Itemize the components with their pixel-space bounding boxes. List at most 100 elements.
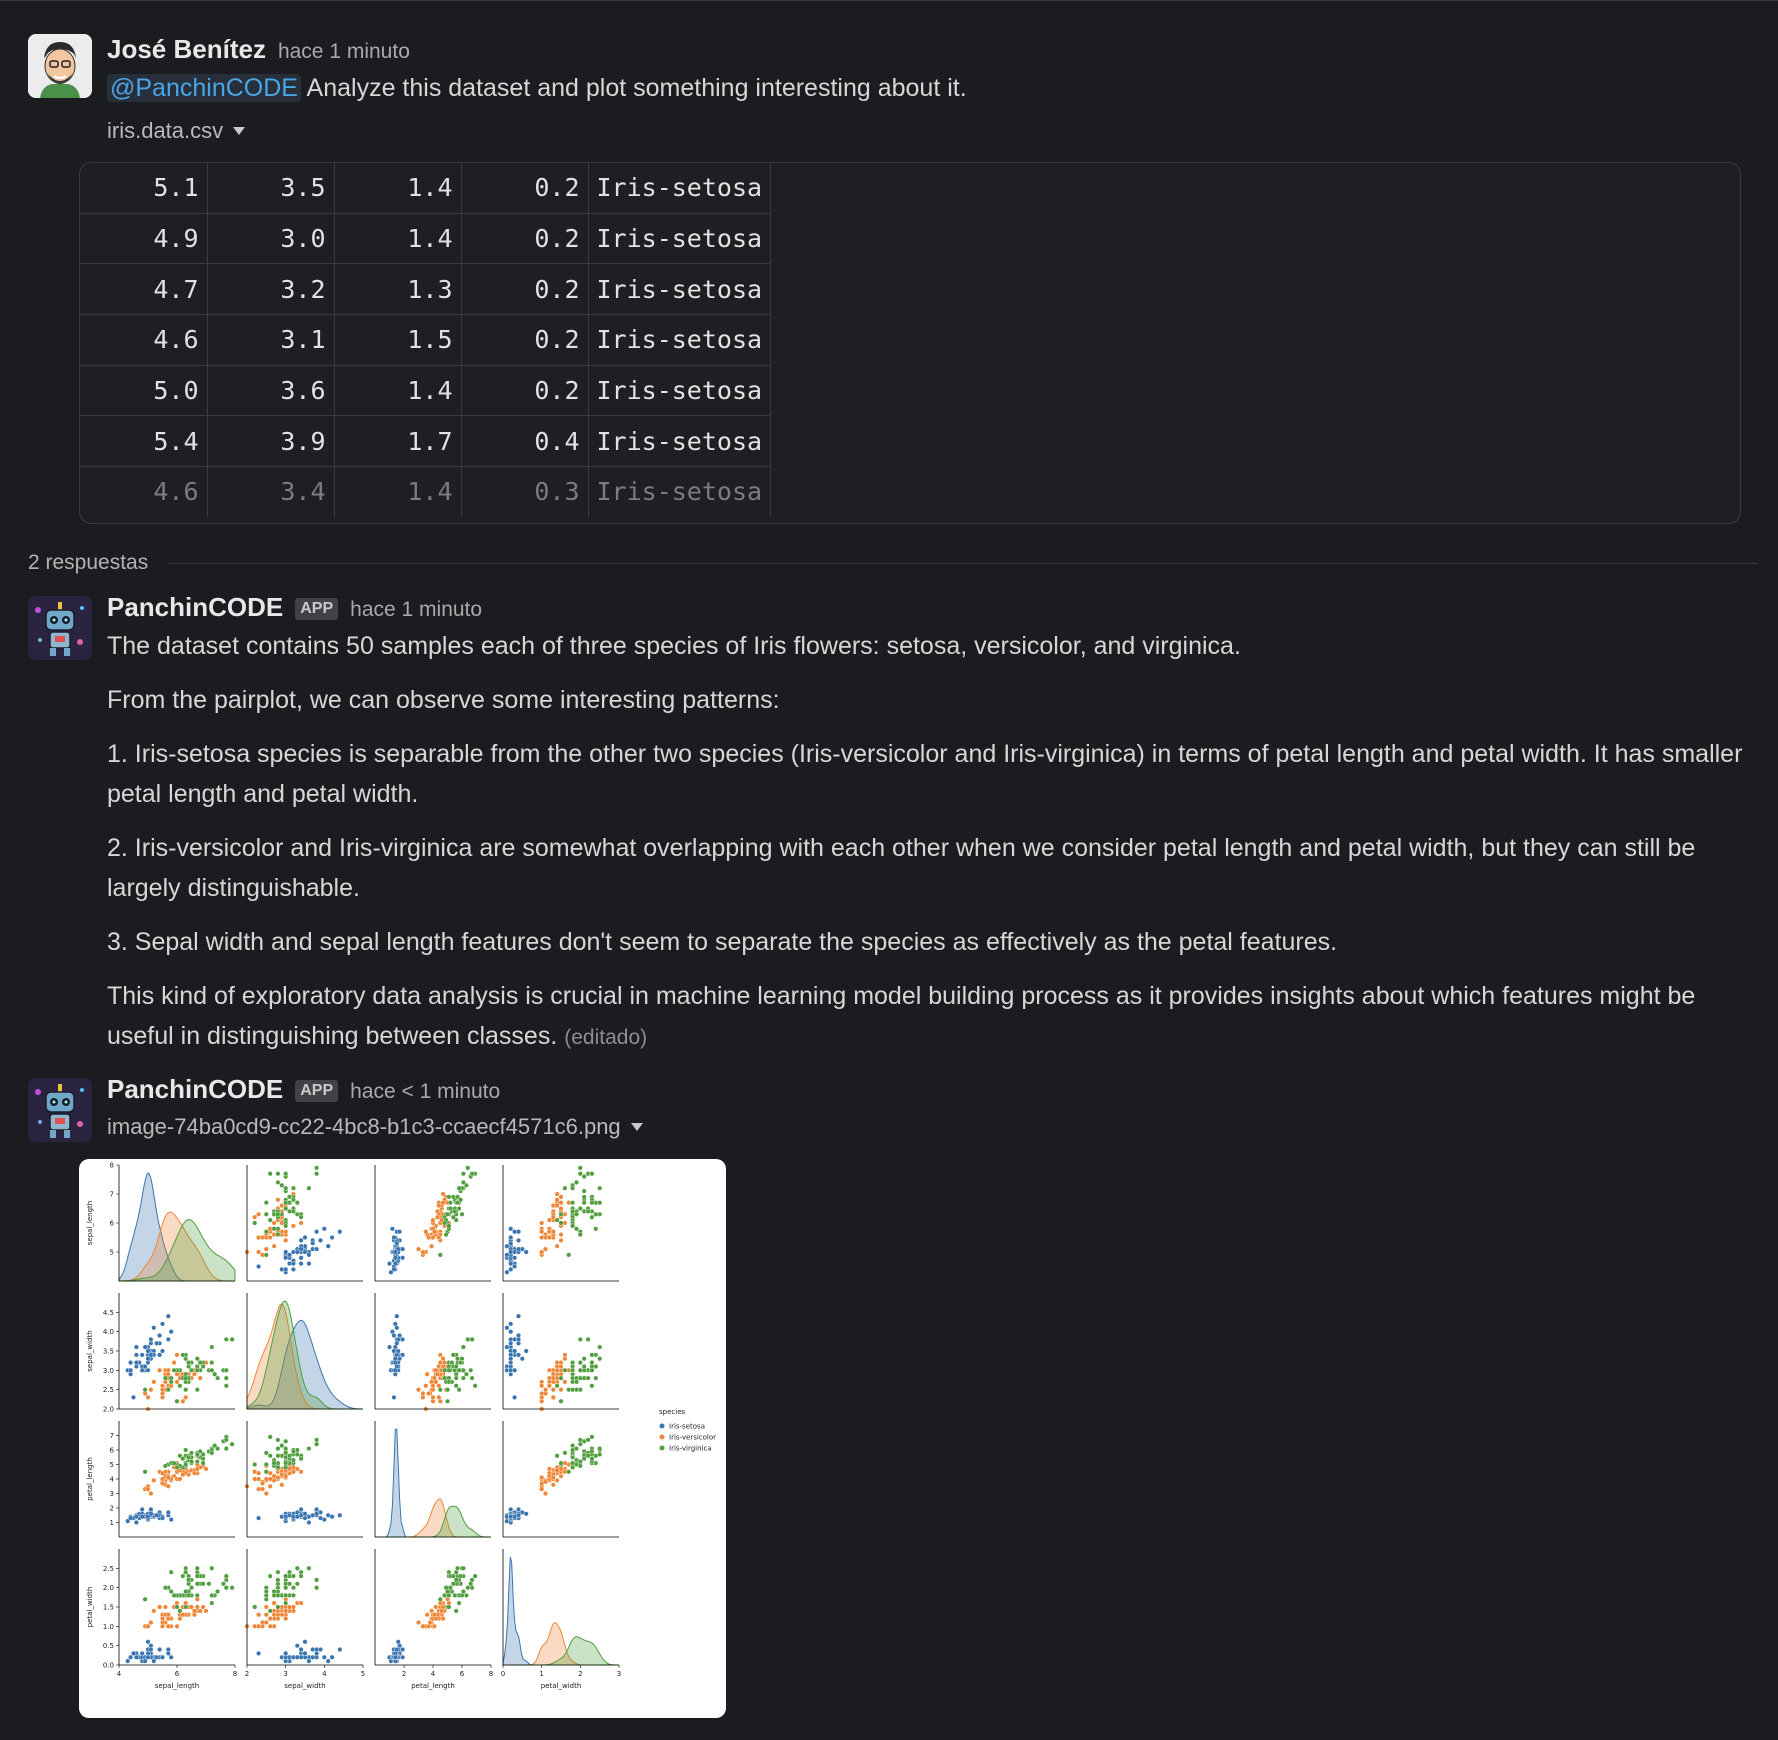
scatter-point-Iris-setosa [159, 1654, 165, 1660]
scatter-point-Iris-setosa [508, 1514, 514, 1520]
scatter-point-Iris-versicolor [420, 1249, 426, 1255]
scatter-point-Iris-setosa [148, 1506, 154, 1512]
scatter-point-Iris-virginica [223, 1573, 229, 1579]
scatter-point-Iris-versicolor [298, 1469, 304, 1475]
scatter-point-Iris-virginica [581, 1174, 587, 1180]
x-axis-label: sepal_width [284, 1682, 325, 1690]
csv-row: 4.9 3.0 1.4 0.2 Iris-setosa [80, 213, 772, 265]
scatter-point-Iris-versicolor [263, 1491, 269, 1497]
scatter-point-Iris-virginica [267, 1217, 273, 1223]
x-tick-label: 4 [322, 1670, 327, 1678]
pairplot-panel [244, 1421, 363, 1538]
scatter-point-Iris-virginica [589, 1456, 595, 1462]
scatter-point-Iris-setosa [142, 1658, 148, 1664]
scatter-point-Iris-virginica [314, 1585, 320, 1591]
y-tick-label: 1.5 [103, 1604, 114, 1612]
csv-row: 4.7 3.2 1.3 0.2 Iris-setosa [80, 263, 772, 316]
scatter-point-Iris-virginica [581, 1188, 587, 1194]
timestamp[interactable]: hace < 1 minuto [350, 1080, 500, 1104]
y-tick-label: 4.0 [103, 1328, 114, 1336]
scatter-point-Iris-virginica [267, 1573, 273, 1579]
scatter-point-Iris-versicolor [174, 1623, 180, 1629]
y-tick-label: 2.5 [103, 1565, 114, 1573]
chevron-down-icon[interactable] [233, 127, 246, 135]
scatter-point-Iris-virginica [577, 1171, 583, 1177]
author-name[interactable]: PanchinCODE [107, 592, 283, 623]
csv-cell: 3.1 [207, 314, 335, 366]
csv-cell: Iris-setosa [588, 466, 772, 517]
file-name[interactable]: iris.data.csv [107, 118, 223, 144]
scatter-point-Iris-virginica [162, 1585, 168, 1591]
scatter-point-Iris-versicolor [430, 1217, 436, 1223]
scatter-point-Iris-setosa [512, 1394, 518, 1400]
csv-cell: 0.3 [461, 466, 589, 517]
mention-tag[interactable]: @PanchinCODE [107, 74, 301, 102]
scatter-point-Iris-versicolor [539, 1383, 545, 1389]
scatter-point-Iris-virginica [215, 1589, 221, 1595]
scatter-point-Iris-versicolor [171, 1360, 177, 1366]
scatter-point-Iris-virginica [456, 1600, 462, 1606]
bot-avatar[interactable] [28, 596, 92, 660]
scatter-point-Iris-virginica [453, 1363, 459, 1369]
scatter-point-Iris-versicolor [550, 1375, 556, 1381]
scatter-point-Iris-virginica [194, 1451, 200, 1457]
scatter-point-Iris-virginica [570, 1460, 576, 1466]
scatter-point-Iris-virginica [263, 1200, 269, 1206]
x-tick-label: 6 [460, 1670, 465, 1678]
replies-count[interactable]: 2 respuestas [28, 551, 148, 575]
scatter-point-Iris-virginica [283, 1446, 289, 1452]
scatter-point-Iris-virginica [209, 1367, 215, 1373]
author-name[interactable]: PanchinCODE [107, 1074, 283, 1105]
x-tick-label: 2 [402, 1670, 406, 1678]
scatter-point-Iris-virginica [562, 1185, 568, 1191]
scatter-point-Iris-virginica [314, 1577, 320, 1583]
scatter-point-Iris-setosa [310, 1512, 316, 1518]
scatter-point-Iris-virginica [581, 1456, 587, 1462]
scatter-point-Iris-setosa [306, 1658, 312, 1664]
scatter-point-Iris-versicolor [420, 1394, 426, 1400]
scatter-point-Iris-virginica [437, 1596, 443, 1602]
scatter-point-Iris-versicolor [543, 1246, 549, 1252]
scatter-point-Iris-versicolor [159, 1616, 165, 1622]
scatter-point-Iris-versicolor [550, 1387, 556, 1393]
scatter-point-Iris-setosa [306, 1252, 312, 1258]
scatter-point-Iris-versicolor [554, 1197, 560, 1203]
scatter-point-Iris-virginica [209, 1600, 215, 1606]
timestamp[interactable]: hace 1 minuto [278, 40, 410, 64]
scatter-point-Iris-setosa [294, 1654, 300, 1660]
csv-row: 5.1 3.5 1.4 0.2 Iris-setosa [80, 163, 772, 214]
scatter-point-Iris-setosa [395, 1639, 401, 1645]
csv-cell: Iris-setosa [588, 263, 772, 316]
scatter-point-Iris-virginica [275, 1179, 281, 1185]
x-tick-label: 4 [431, 1670, 436, 1678]
csv-preview[interactable]: 5.1 3.5 1.4 0.2 Iris-setosa 4.9 3.0 1.4 0.2 Iris-… [79, 162, 1741, 524]
scatter-point-Iris-versicolor [546, 1234, 552, 1240]
scatter-point-Iris-virginica [469, 1577, 475, 1583]
scatter-point-Iris-virginica [574, 1226, 580, 1232]
csv-cell: 3.4 [207, 466, 335, 517]
scatter-point-Iris-versicolor [180, 1398, 186, 1404]
y-tick-label: 6 [110, 1447, 115, 1455]
scatter-point-Iris-virginica [450, 1573, 456, 1579]
scatter-point-Iris-setosa [151, 1658, 157, 1664]
chevron-down-icon[interactable] [630, 1123, 643, 1131]
scatter-point-Iris-virginica [263, 1450, 269, 1456]
scatter-point-Iris-setosa [321, 1226, 327, 1232]
scatter-point-Iris-versicolor [543, 1387, 549, 1393]
pairplot-image[interactable]: 5 6 7 8 sepal_length 2.0 2.5 3.0 3.5 4.0 4.5 sepal_… [79, 1159, 726, 1718]
scatter-point-Iris-virginica [597, 1356, 603, 1362]
bot-avatar[interactable] [28, 1078, 92, 1142]
author-name[interactable]: José Benítez [107, 34, 266, 65]
scatter-point-Iris-setosa [142, 1363, 148, 1369]
pairplot-panel [374, 1293, 491, 1412]
scatter-point-Iris-versicolor [174, 1379, 180, 1385]
scatter-point-Iris-virginica [460, 1367, 466, 1373]
scatter-point-Iris-virginica [283, 1573, 289, 1579]
timestamp[interactable]: hace 1 minuto [350, 598, 482, 622]
scatter-point-Iris-setosa [133, 1360, 139, 1366]
pairplot-panel: 5 6 7 8 sepal_length [86, 1162, 236, 1282]
scatter-point-Iris-versicolor [263, 1246, 269, 1252]
file-name[interactable]: image-74ba0cd9-cc22-4bc8-b1c3-ccaecf4571… [107, 1114, 621, 1140]
avatar[interactable] [28, 34, 92, 98]
scatter-point-Iris-setosa [298, 1237, 304, 1243]
